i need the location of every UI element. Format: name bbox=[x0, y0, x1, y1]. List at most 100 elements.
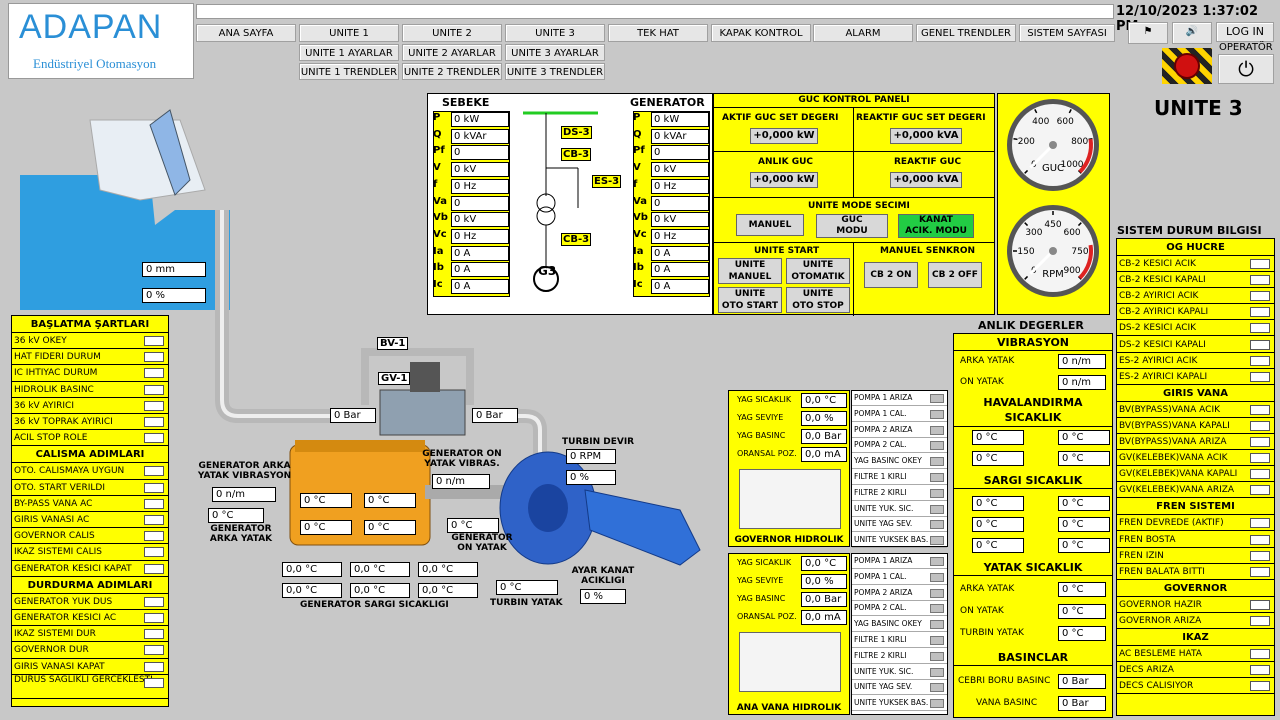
sebeke-value-9: 0 A bbox=[451, 262, 509, 278]
bearing-turbine-label: TURBIN YATAK bbox=[960, 628, 1024, 638]
start-conditions-label: HAT FIDERI DURUM bbox=[14, 352, 101, 363]
generator-label-0: P bbox=[633, 112, 641, 123]
gen-rear-vib-label: GENERATOR ARKA YATAK VIBRASYON bbox=[197, 461, 292, 481]
run-steps-label: BY-PASS VANA AC bbox=[14, 498, 93, 509]
nav-0[interactable]: ANA SAYFA bbox=[196, 24, 296, 42]
cb3-label[interactable]: CB-3 bbox=[561, 148, 592, 161]
hyd-label: YAG BASINC bbox=[737, 431, 786, 440]
system-status-indicator bbox=[1250, 534, 1270, 545]
stop-steps-label: DURUS SAGLIKLI GERCEKLESTI bbox=[14, 674, 153, 685]
gen-symbol-label: G3 bbox=[538, 264, 557, 278]
system-status-row: CB-2 KESICI KAPALI bbox=[1117, 272, 1274, 289]
run-steps-row: GENERATOR KESICI KAPAT bbox=[12, 561, 168, 577]
pump-label: POMPA 1 ARIZA bbox=[854, 393, 913, 402]
bearing-turbine-value: 0 °C bbox=[1058, 626, 1106, 641]
cb2-on-button[interactable]: CB 2 ON bbox=[864, 262, 918, 288]
run-steps-row: GOVERNOR CALIS bbox=[12, 528, 168, 545]
nav-settings-3[interactable]: UNITE 3 AYARLAR bbox=[505, 44, 605, 61]
sebeke-label-10: Ic bbox=[433, 279, 443, 290]
system-status-label: DECS ARIZA bbox=[1119, 665, 1174, 676]
nav-1[interactable]: UNITE 1 bbox=[299, 24, 399, 42]
pump-row: POMPA 1 CAL. bbox=[852, 407, 947, 422]
power-button[interactable]: ⏻ bbox=[1218, 54, 1274, 84]
system-section-title: OG HUCRE bbox=[1117, 239, 1274, 256]
start-manual-button[interactable]: UNITE MANUEL bbox=[718, 258, 782, 284]
nav-trends-2[interactable]: UNITE 2 TRENDLER bbox=[402, 63, 502, 80]
hyd-tank-icon bbox=[739, 469, 841, 529]
reactive-set-label: REAKTIF GUC SET DEGERI bbox=[856, 113, 986, 123]
hyd-label: ORANSAL POZ. bbox=[737, 449, 797, 458]
hyd-label: YAG BASINC bbox=[737, 594, 786, 603]
start-conditions-row: HIDROLIK BASINC bbox=[12, 382, 168, 398]
hyd-label: YAG SICAKLIK bbox=[737, 395, 792, 404]
pump-row: YAG BASINC OKEY bbox=[852, 617, 947, 633]
pump-label: YAG BASINC OKEY bbox=[854, 456, 922, 466]
pump-indicator bbox=[930, 636, 944, 645]
run-steps-indicator bbox=[144, 466, 164, 477]
mode-power-l2: MODU bbox=[836, 226, 868, 236]
sebeke-value-5: 0 bbox=[451, 195, 509, 211]
nav-trends-3[interactable]: UNITE 3 TRENDLER bbox=[505, 63, 605, 80]
mode-manual-button[interactable]: MANUEL bbox=[736, 214, 804, 236]
sm2b: OTOMATIK bbox=[791, 272, 845, 282]
run-steps-row: OTO. START VERILDI bbox=[12, 480, 168, 496]
emergency-stop-icon[interactable] bbox=[1162, 48, 1212, 84]
run-steps-label: GOVERNOR CALIS bbox=[14, 531, 95, 542]
sound-icon[interactable]: 🔊 bbox=[1172, 22, 1212, 44]
bearing-rear-value: 0 °C bbox=[1058, 582, 1106, 597]
bearing-front-value: 0 °C bbox=[1058, 604, 1106, 619]
login-button[interactable]: LOG IN bbox=[1216, 22, 1274, 42]
user-label: OPERATÖR bbox=[1219, 42, 1273, 53]
gen-rear-vib: 0 n/m bbox=[212, 487, 276, 502]
run-steps-indicator bbox=[144, 547, 164, 558]
cb3-lower-label[interactable]: CB-3 bbox=[561, 233, 592, 246]
system-status-label: ES-2 AYIRICI ACIK bbox=[1119, 355, 1198, 366]
pump-label: POMPA 1 CAL. bbox=[854, 408, 907, 418]
system-status-indicator bbox=[1250, 307, 1270, 318]
nav-2[interactable]: UNITE 2 bbox=[402, 24, 502, 42]
stop-steps-indicator bbox=[144, 629, 164, 640]
nav-5[interactable]: KAPAK KONTROL bbox=[711, 24, 811, 42]
generator-value-0: 0 kW bbox=[651, 112, 709, 127]
nav-settings-2[interactable]: UNITE 2 AYARLAR bbox=[402, 44, 502, 61]
auto-start-button[interactable]: UNITE OTO START bbox=[718, 287, 782, 313]
rpm-gauge-tick: 300 bbox=[1025, 228, 1042, 238]
system-status-row: BV(BYPASS)VANA KAPALI bbox=[1117, 417, 1274, 434]
run-steps-indicator bbox=[144, 531, 164, 542]
start-auto-button[interactable]: UNITE OTOMATIK bbox=[786, 258, 850, 284]
nav-trends-1[interactable]: UNITE 1 TRENDLER bbox=[299, 63, 399, 80]
reactive-set-value[interactable]: +0,000 kVA bbox=[890, 128, 962, 144]
sebeke-value-6: 0 kV bbox=[451, 212, 509, 228]
nav-settings-1[interactable]: UNITE 1 AYARLAR bbox=[299, 44, 399, 61]
mode-power-button[interactable]: GUC MODU bbox=[816, 214, 888, 238]
system-status-indicator bbox=[1250, 469, 1270, 480]
system-status-indicator bbox=[1250, 404, 1270, 415]
rpm-gauge-label: RPM bbox=[1042, 269, 1064, 280]
sm4a: UNITE bbox=[802, 289, 834, 299]
es3-label[interactable]: ES-3 bbox=[592, 175, 622, 188]
guide-vane-label: AYAR KANAT ACIKLIGI bbox=[571, 566, 635, 586]
system-status-row: FREN IZIN bbox=[1117, 547, 1274, 564]
pump-row: POMPA 2 CAL. bbox=[852, 601, 947, 617]
nav-3[interactable]: UNITE 3 bbox=[505, 24, 605, 42]
nav-4[interactable]: TEK HAT bbox=[608, 24, 708, 42]
nav-6[interactable]: ALARM bbox=[813, 24, 913, 42]
start-conditions-label: HIDROLIK BASINC bbox=[14, 384, 94, 395]
sebeke-value-2: 0 bbox=[451, 145, 509, 161]
nav-7[interactable]: GENEL TRENDLER bbox=[916, 24, 1016, 42]
flag-icon[interactable]: ⚑ bbox=[1128, 22, 1168, 44]
hyd-tank-icon bbox=[739, 632, 841, 692]
ds3-label[interactable]: DS-3 bbox=[561, 126, 592, 139]
mode-wicket-button[interactable]: KANAT ACIK. MODU bbox=[898, 214, 974, 238]
pump-indicator bbox=[930, 683, 944, 693]
rpm-gauge-tick: 450 bbox=[1044, 220, 1061, 230]
auto-stop-button[interactable]: UNITE OTO STOP bbox=[786, 287, 850, 313]
generator-label-8: Ia bbox=[633, 245, 644, 257]
nav-8[interactable]: SISTEM SAYFASI bbox=[1019, 24, 1115, 42]
rpm-gauge-tick: 900 bbox=[1063, 266, 1080, 276]
cb2-off-button[interactable]: CB 2 OFF bbox=[928, 262, 982, 288]
pump-indicator bbox=[930, 441, 944, 451]
generator-label-6: Vb bbox=[633, 212, 648, 224]
active-set-value[interactable]: +0,000 kW bbox=[750, 128, 818, 144]
run-steps-indicator bbox=[144, 482, 164, 493]
